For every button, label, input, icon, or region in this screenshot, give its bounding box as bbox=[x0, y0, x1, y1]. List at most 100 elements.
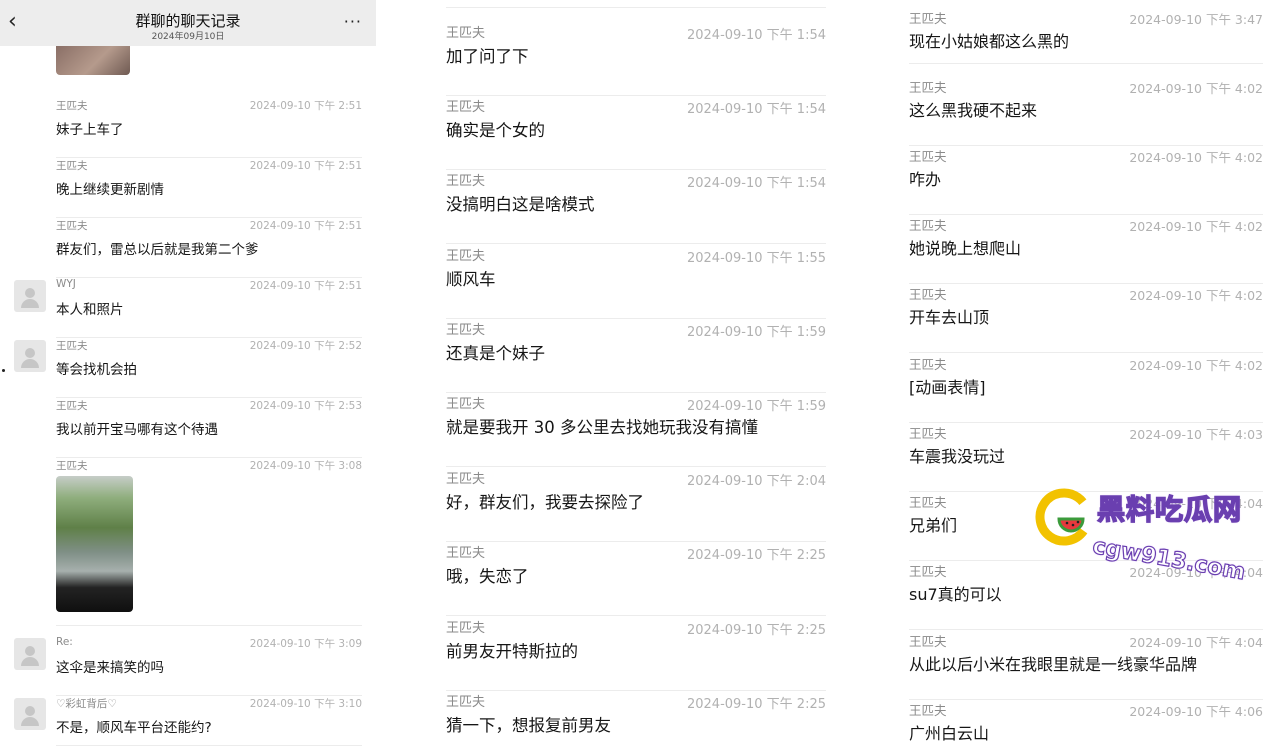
message-text: 前男友开特斯拉的 bbox=[446, 642, 578, 661]
sender-name: 王匹夫 bbox=[56, 220, 88, 232]
message-text: 从此以后小米在我眼里就是一线豪华品牌 bbox=[909, 655, 1198, 674]
message-text: 还真是个妹子 bbox=[446, 344, 545, 363]
sender-name: 王匹夫 bbox=[56, 340, 88, 352]
message-item: WYJ 2024-09-10 下午 2:51 本人和照片 bbox=[56, 278, 362, 338]
message-item: 王匹夫 2024-09-10 下午 1:55 顺风车 bbox=[446, 245, 826, 319]
message-time: 2024-09-10 下午 3:08 bbox=[249, 460, 362, 472]
message-item: 王匹夫 2024-09-10 下午 4:02 [动画表情] bbox=[909, 354, 1263, 423]
message-text: 不是，顺风车平台还能约? bbox=[56, 720, 212, 736]
divider bbox=[909, 352, 1263, 353]
divider bbox=[446, 7, 826, 8]
avatar-icon[interactable] bbox=[14, 698, 46, 730]
avatar-icon[interactable] bbox=[14, 280, 46, 312]
message-time: 2024-09-10 下午 2:51 bbox=[249, 280, 362, 292]
message-text: 就是要我开 30 多公里去找她玩我没有搞懂 bbox=[446, 418, 758, 437]
message-time: 2024-09-10 下午 1:59 bbox=[686, 399, 826, 414]
sender-name: 王匹夫 bbox=[909, 11, 947, 26]
message-time: 2024-09-10 下午 1:55 bbox=[686, 251, 826, 266]
divider bbox=[56, 745, 362, 746]
message-item: 王匹夫 2024-09-10 下午 2:25 前男友开特斯拉的 bbox=[446, 617, 826, 691]
message-text: 顺风车 bbox=[446, 270, 496, 289]
message-item: 王匹夫 2024-09-10 下午 4:02 她说晚上想爬山 bbox=[909, 215, 1263, 284]
message-text: 广州白云山 bbox=[909, 724, 990, 743]
message-text: 猜一下，想报复前男友 bbox=[446, 716, 611, 735]
message-item: 王匹夫 2024-09-10 下午 2:25 猜一下，想报复前男友 bbox=[446, 691, 826, 750]
message-text: 兄弟们 bbox=[909, 516, 958, 535]
divider bbox=[909, 63, 1263, 64]
sender-name: 王匹夫 bbox=[56, 400, 88, 412]
message-item: 王匹夫 2024-09-10 下午 4:03 车震我没玩过 bbox=[909, 423, 1263, 492]
sender-name: 王匹夫 bbox=[909, 703, 947, 718]
message-item: 王匹夫 2024-09-10 下午 1:59 就是要我开 30 多公里去找她玩我… bbox=[446, 393, 826, 467]
chat-history-panel-3: 王匹夫 2024-09-10 下午 3:47 现在小姑娘都这么黑的 王匹夫 20… bbox=[890, 0, 1280, 750]
message-item: 王匹夫 2024-09-10 下午 2:04 好，群友们，我要去探险了 bbox=[446, 468, 826, 542]
sender-name: 王匹夫 bbox=[446, 695, 486, 710]
sender-name: 王匹夫 bbox=[909, 634, 947, 649]
divider bbox=[446, 615, 826, 616]
message-time: 2024-09-10 下午 2:25 bbox=[686, 697, 826, 712]
message-item: 王匹夫 2024-09-10 下午 4:02 咋办 bbox=[909, 146, 1263, 215]
avatar-icon[interactable] bbox=[14, 638, 46, 670]
sender-name: 王匹夫 bbox=[909, 80, 947, 95]
message-image-thumbnail[interactable] bbox=[56, 46, 130, 75]
message-time: 2024-09-10 下午 2:25 bbox=[686, 623, 826, 638]
message-item: 王匹夫 2024-09-10 下午 2:53 我以前开宝马哪有这个待遇 bbox=[56, 398, 362, 458]
message-time: 2024-09-10 下午 3:47 bbox=[1129, 12, 1263, 27]
message-text: 等会找机会拍 bbox=[56, 362, 137, 378]
message-item: Re: 2024-09-10 下午 3:09 这伞是来搞笑的吗 bbox=[56, 636, 362, 696]
message-text: 好，群友们，我要去探险了 bbox=[446, 493, 644, 512]
message-time: 2024-09-10 下午 4:04 bbox=[1129, 635, 1263, 650]
message-time: 2024-09-10 下午 4:04 bbox=[1129, 565, 1263, 580]
sender-name: 王匹夫 bbox=[446, 323, 486, 338]
message-item: 王匹夫 2024-09-10 下午 2:51 妹子上车了 bbox=[56, 98, 362, 158]
sender-name: 王匹夫 bbox=[909, 426, 947, 441]
sender-name: 王匹夫 bbox=[909, 564, 947, 579]
sender-name: 王匹夫 bbox=[56, 160, 88, 172]
message-item: 王匹夫 2024-09-10 下午 2:25 哦，失恋了 bbox=[446, 542, 826, 616]
message-item: 王匹夫 2024-09-10 下午 4:02 这么黑我硬不起来 bbox=[909, 77, 1263, 146]
sender-name: 王匹夫 bbox=[446, 621, 486, 636]
message-time: 2024-09-10 下午 2:51 bbox=[249, 160, 362, 172]
message-text: 我以前开宝马哪有这个待遇 bbox=[56, 422, 218, 438]
message-item: 王匹夫 2024-09-10 下午 2:52 等会找机会拍 bbox=[56, 338, 362, 398]
sender-name: 王匹夫 bbox=[56, 100, 88, 112]
page-subtitle-date: 2024年09月10日 bbox=[151, 32, 225, 42]
chat-history-panel-1: ‹ 群聊的聊天记录 2024年09月10日 ··· 王匹夫 2024-09-10… bbox=[0, 0, 376, 750]
message-text: 车震我没玩过 bbox=[909, 447, 1006, 466]
message-text: 妹子上车了 bbox=[56, 122, 124, 138]
chat-history-header: ‹ 群聊的聊天记录 2024年09月10日 ··· bbox=[0, 0, 376, 46]
message-item: 王匹夫 2024-09-10 下午 4:06 广州白云山 bbox=[909, 700, 1263, 750]
message-item: 王匹夫 2024-09-10 下午 1:54 没搞明白这是啥模式 bbox=[446, 170, 826, 244]
sender-name: 王匹夫 bbox=[446, 174, 486, 189]
message-text: su7真的可以 bbox=[909, 585, 1002, 604]
message-time: 2024-09-10 下午 4:02 bbox=[1129, 358, 1263, 373]
message-time: 2024-09-10 下午 4:02 bbox=[1129, 150, 1263, 165]
message-time: 2024-09-10 下午 2:51 bbox=[249, 100, 362, 112]
divider bbox=[446, 466, 826, 467]
divider bbox=[56, 625, 362, 626]
message-text: 群友们，雷总以后就是我第二个爹 bbox=[56, 242, 259, 258]
message-time: 2024-09-10 下午 4:03 bbox=[1129, 427, 1263, 442]
more-options-icon[interactable]: ··· bbox=[344, 12, 362, 31]
message-text: 加了问了下 bbox=[446, 47, 529, 66]
sender-name: 王匹夫 bbox=[56, 460, 88, 472]
sender-name: 王匹夫 bbox=[909, 218, 947, 233]
message-time: 2024-09-10 下午 4:04 bbox=[1129, 496, 1263, 511]
divider bbox=[909, 629, 1263, 630]
sender-name: 王匹夫 bbox=[909, 357, 947, 372]
sender-name: 王匹夫 bbox=[909, 287, 947, 302]
sender-name: 王匹夫 bbox=[446, 249, 486, 264]
page-title: 群聊的聊天记录 bbox=[135, 12, 241, 30]
message-time: 2024-09-10 下午 2:51 bbox=[249, 220, 362, 232]
message-photo-rainy-road[interactable] bbox=[56, 476, 133, 612]
message-time: 2024-09-10 下午 3:09 bbox=[249, 638, 362, 650]
sender-name: 王匹夫 bbox=[909, 149, 947, 164]
message-time: 2024-09-10 下午 4:02 bbox=[1129, 288, 1263, 303]
message-text: 没搞明白这是啥模式 bbox=[446, 195, 595, 214]
message-item: 王匹夫 2024-09-10 下午 4:04 su7真的可以 bbox=[909, 561, 1263, 630]
message-item: 王匹夫 2024-09-10 下午 1:54 加了问了下 bbox=[446, 22, 826, 96]
message-time: 2024-09-10 下午 4:02 bbox=[1129, 81, 1263, 96]
message-item: 王匹夫 2024-09-10 下午 2:51 晚上继续更新剧情 bbox=[56, 158, 362, 218]
sender-name: 王匹夫 bbox=[446, 546, 486, 561]
avatar-icon[interactable] bbox=[14, 340, 46, 372]
